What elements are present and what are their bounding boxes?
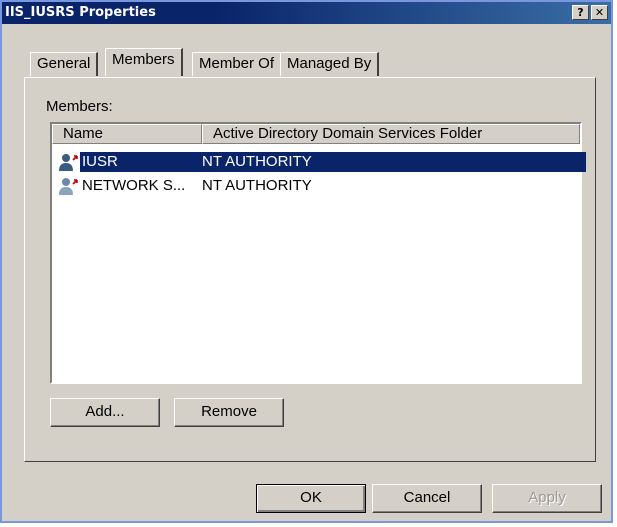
list-item[interactable]: NETWORK S... NT AUTHORITY bbox=[52, 176, 580, 196]
member-folder: NT AUTHORITY bbox=[196, 152, 586, 172]
user-icon bbox=[58, 153, 80, 171]
member-name: NETWORK S... bbox=[82, 177, 186, 194]
members-label: Members: bbox=[46, 98, 113, 115]
member-name: IUSR bbox=[80, 152, 196, 172]
properties-dialog: IIS_IUSRS Properties ? ✕ General Members… bbox=[0, 0, 613, 523]
user-icon bbox=[58, 177, 80, 195]
tab-managed-by[interactable]: Managed By bbox=[280, 52, 380, 76]
column-header-name[interactable]: Name bbox=[52, 124, 202, 144]
list-item[interactable]: IUSR NT AUTHORITY bbox=[52, 152, 586, 172]
cancel-button[interactable]: Cancel bbox=[372, 484, 482, 513]
member-folder: NT AUTHORITY bbox=[202, 177, 312, 194]
tab-member-of[interactable]: Member Of bbox=[192, 52, 283, 76]
add-button[interactable]: Add... bbox=[50, 398, 160, 427]
help-button[interactable]: ? bbox=[572, 5, 589, 20]
remove-button[interactable]: Remove bbox=[174, 398, 284, 427]
window-title: IIS_IUSRS Properties bbox=[5, 5, 156, 20]
members-list[interactable]: Name Active Directory Domain Services Fo… bbox=[50, 122, 586, 384]
apply-button[interactable]: Apply bbox=[492, 484, 602, 513]
title-bar[interactable]: IIS_IUSRS Properties ? ✕ bbox=[2, 2, 611, 24]
column-header-folder[interactable]: Active Directory Domain Services Folder bbox=[202, 124, 580, 144]
tab-members[interactable]: Members bbox=[105, 48, 183, 76]
close-button[interactable]: ✕ bbox=[591, 5, 608, 20]
ok-button[interactable]: OK bbox=[256, 484, 366, 513]
tab-general[interactable]: General bbox=[30, 52, 99, 76]
